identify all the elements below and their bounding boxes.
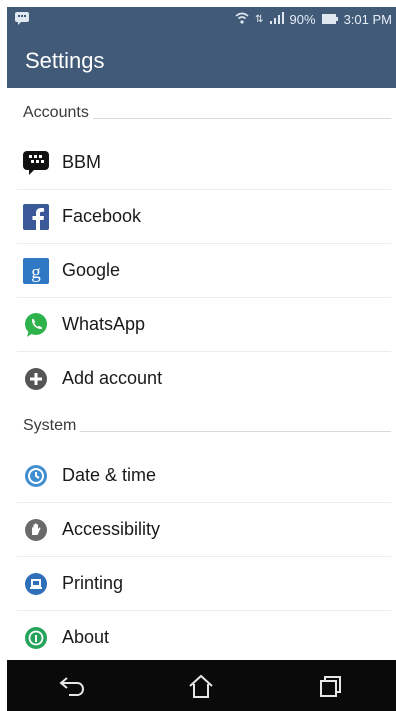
whatsapp-icon [22,311,50,339]
system-item-about[interactable]: About [17,611,391,664]
account-item-bbm[interactable]: BBM [17,136,391,189]
info-icon [22,624,50,652]
account-item-facebook[interactable]: Facebook [17,190,391,243]
section-divider [80,430,391,432]
hand-icon [22,516,50,544]
clock-time: 3:01 PM [343,12,392,27]
data-arrows-icon: ⇅ [255,14,264,25]
recents-icon[interactable] [309,666,353,706]
message-icon [15,12,29,28]
wifi-icon [235,12,249,27]
account-item-label: WhatsApp [62,314,146,334]
battery-icon [321,12,338,27]
system-item-label: Accessibility [62,519,161,539]
add-icon [22,365,50,393]
system-item-label: About [62,627,110,647]
system-item-printing[interactable]: Printing [17,557,391,610]
clock-icon [22,462,50,490]
navigation-bar [7,660,396,711]
google-icon: g [22,257,50,285]
system-item-date-time[interactable]: Date & time [17,449,391,502]
section-header-accounts: Accounts [23,104,391,122]
battery-percent: 90% [289,12,316,27]
page-title: Settings [25,48,105,73]
section-header-system: System [23,417,391,435]
add-account-button[interactable]: Add account [17,352,391,405]
account-item-label: BBM [62,152,102,172]
section-header-label: System [23,417,77,434]
account-item-whatsapp[interactable]: WhatsApp [17,298,391,351]
status-icons: ⇅ 90% 3:01 PM [235,12,392,27]
add-account-label: Add account [62,368,163,388]
signal-icon [269,12,284,27]
home-icon[interactable] [179,666,223,706]
back-icon[interactable] [50,666,94,706]
section-divider [92,117,391,119]
status-bar: ⇅ 90% 3:01 PM [7,7,396,32]
system-item-accessibility[interactable]: Accessibility [17,503,391,556]
account-item-label: Google [62,260,121,280]
svg-text:g: g [31,262,41,283]
system-item-label: Printing [62,573,124,593]
system-item-label: Date & time [62,465,157,485]
app-bar: Settings [7,32,396,88]
account-item-label: Facebook [62,206,142,226]
bbm-icon [22,149,50,177]
account-item-google[interactable]: g Google [17,244,391,297]
section-header-label: Accounts [23,104,89,121]
settings-list: Accounts BBM Facebook g Google WhatsApp … [7,88,396,660]
facebook-icon [22,203,50,231]
printer-icon [22,570,50,598]
